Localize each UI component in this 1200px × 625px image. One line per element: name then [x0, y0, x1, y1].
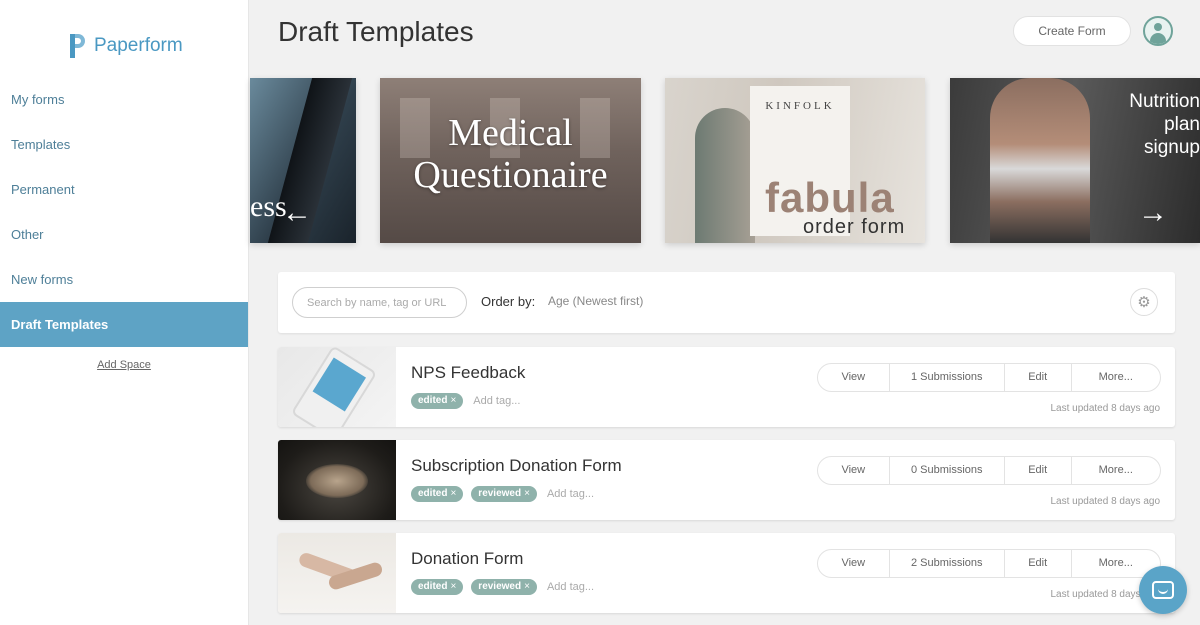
form-title[interactable]: Subscription Donation Form: [411, 456, 622, 476]
form-actions: View 1 Submissions Edit More...: [817, 363, 1161, 392]
sidebar-item-draft-templates[interactable]: Draft Templates: [0, 302, 248, 347]
brand-logo[interactable]: Paperform: [70, 34, 183, 58]
remove-tag-icon[interactable]: ×: [524, 488, 530, 499]
form-row: Donation Form edited × reviewed × Add tag.…: [278, 533, 1175, 613]
sidebar-item-templates[interactable]: Templates: [0, 122, 248, 167]
paperform-logo-icon: [70, 34, 86, 58]
form-thumbnail[interactable]: [278, 347, 396, 427]
add-tag-input[interactable]: Add tag...: [547, 488, 594, 500]
gear-icon[interactable]: ⚙: [1130, 288, 1158, 316]
slide-title: fabula: [765, 174, 895, 221]
slide-book-title: KINFOLK: [765, 100, 835, 112]
sidebar-item-other[interactable]: Other: [0, 212, 248, 257]
tag-list: edited × reviewed × Add tag...: [411, 486, 594, 502]
sidebar-item-new-forms[interactable]: New forms: [0, 257, 248, 302]
page-title: Draft Templates: [278, 16, 474, 47]
sidebar-item-my-forms[interactable]: My forms: [0, 77, 248, 122]
user-avatar-icon[interactable]: [1143, 16, 1173, 46]
tag-chip[interactable]: reviewed ×: [471, 486, 537, 502]
remove-tag-icon[interactable]: ×: [524, 581, 530, 592]
edit-button[interactable]: Edit: [1005, 550, 1072, 577]
sidebar-item-permanent[interactable]: Permanent: [0, 167, 248, 212]
chat-icon: [1152, 581, 1174, 599]
order-by-label: Order by:: [481, 294, 536, 309]
carousel-slide-medical[interactable]: Medical Questionaire: [380, 78, 641, 243]
create-form-button[interactable]: Create Form: [1013, 16, 1131, 46]
brand-name: Paperform: [94, 35, 183, 56]
last-updated: Last updated 8 days ago: [1050, 403, 1160, 414]
form-thumbnail[interactable]: [278, 440, 396, 520]
remove-tag-icon[interactable]: ×: [450, 488, 456, 499]
form-actions: View 2 Submissions Edit More...: [817, 549, 1161, 578]
remove-tag-icon[interactable]: ×: [450, 395, 456, 406]
more-button[interactable]: More...: [1072, 364, 1160, 391]
tag-chip[interactable]: reviewed ×: [471, 579, 537, 595]
last-updated: Last updated 8 days ago: [1050, 496, 1160, 507]
tag-list: edited × reviewed × Add tag...: [411, 579, 594, 595]
slide-photo: [695, 108, 755, 243]
order-by-select[interactable]: Age (Newest first): [548, 294, 643, 308]
view-button[interactable]: View: [818, 364, 890, 391]
carousel-prev-arrow-icon[interactable]: ←: [282, 198, 312, 228]
tag-list: edited × Add tag...: [411, 393, 520, 409]
tag-chip[interactable]: edited ×: [411, 486, 464, 502]
form-thumbnail[interactable]: [278, 533, 396, 613]
remove-tag-icon[interactable]: ×: [450, 581, 456, 592]
form-title[interactable]: NPS Feedback: [411, 363, 525, 383]
sidebar-nav: My forms Templates Permanent Other New f…: [0, 77, 248, 347]
chat-widget-button[interactable]: [1139, 566, 1187, 614]
form-title[interactable]: Donation Form: [411, 549, 523, 569]
carousel-slide-fabula[interactable]: KINFOLK fabula order form: [665, 78, 925, 243]
search-input[interactable]: [292, 287, 467, 318]
slide-subtitle: order form: [803, 216, 906, 238]
tag-chip[interactable]: edited ×: [411, 393, 464, 409]
add-tag-input[interactable]: Add tag...: [547, 581, 594, 593]
submissions-button[interactable]: 0 Submissions: [890, 457, 1005, 484]
filter-toolbar: Order by: Age (Newest first) ⚙: [278, 272, 1175, 333]
view-button[interactable]: View: [818, 457, 890, 484]
sidebar: Paperform My forms Templates Permanent O…: [0, 0, 249, 625]
form-actions: View 0 Submissions Edit More...: [817, 456, 1161, 485]
add-tag-input[interactable]: Add tag...: [473, 395, 520, 407]
form-row: NPS Feedback edited × Add tag... View 1 S…: [278, 347, 1175, 427]
slide-title: Nutrition plan signup: [1129, 91, 1200, 158]
edit-button[interactable]: Edit: [1005, 457, 1072, 484]
more-button[interactable]: More...: [1072, 457, 1160, 484]
submissions-button[interactable]: 2 Submissions: [890, 550, 1005, 577]
submissions-button[interactable]: 1 Submissions: [890, 364, 1005, 391]
slide-title: Medical Questionaire: [413, 112, 608, 196]
form-row: Subscription Donation Form edited × revie…: [278, 440, 1175, 520]
view-button[interactable]: View: [818, 550, 890, 577]
slide-photo: [990, 78, 1090, 243]
tag-chip[interactable]: edited ×: [411, 579, 464, 595]
carousel-next-arrow-icon[interactable]: →: [1138, 198, 1168, 228]
edit-button[interactable]: Edit: [1005, 364, 1072, 391]
add-space-link[interactable]: Add Space: [0, 359, 248, 371]
